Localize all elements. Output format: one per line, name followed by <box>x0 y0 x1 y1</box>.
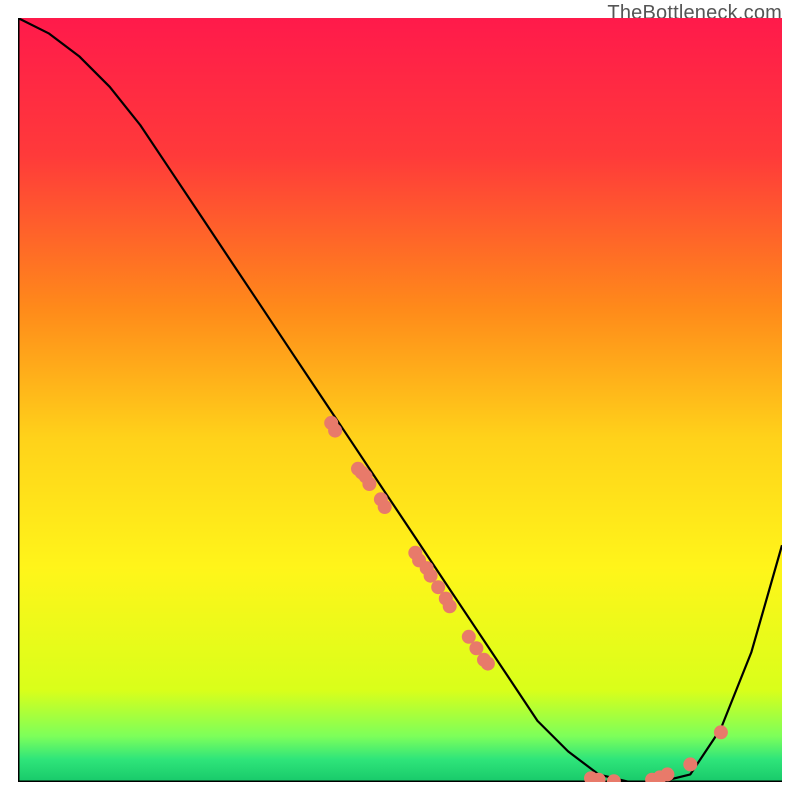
plot-area <box>18 18 782 782</box>
chart-container: TheBottleneck.com <box>0 0 800 800</box>
gradient-background <box>18 18 782 782</box>
